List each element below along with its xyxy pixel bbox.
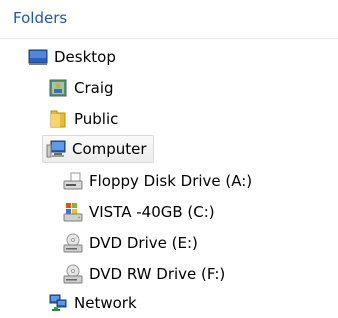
- user-folder-icon: [48, 78, 68, 98]
- dvd-rw-drive-icon: [63, 264, 83, 284]
- windows-drive-icon: [63, 202, 83, 222]
- tree-item-label: DVD RW Drive (F:): [89, 265, 226, 283]
- tree-item-label: DVD Drive (E:): [89, 234, 198, 252]
- tree-item-label: Craig: [74, 79, 114, 97]
- tree-item-label: Computer: [72, 140, 147, 158]
- folders-pane: Folders Desktop Craig Public Computer Fl…: [0, 0, 338, 318]
- tree-item-dvd-drive[interactable]: DVD Drive (E:): [63, 230, 198, 256]
- tree-item-computer[interactable]: Computer: [42, 135, 154, 163]
- tree-item-label: VISTA -40GB (C:): [89, 203, 215, 221]
- tree-item-label: Public: [74, 110, 119, 128]
- folder-icon: [48, 109, 68, 129]
- tree-item-public[interactable]: Public: [48, 106, 118, 132]
- folders-title: Folders: [13, 9, 68, 27]
- desktop-icon: [28, 47, 48, 67]
- floppy-drive-icon: [63, 171, 83, 191]
- tree-item-vista-drive[interactable]: VISTA -40GB (C:): [63, 199, 215, 225]
- tree-item-network[interactable]: Network: [48, 290, 137, 316]
- tree-item-label: Network: [74, 294, 137, 312]
- tree-item-craig[interactable]: Craig: [48, 75, 114, 101]
- folders-header[interactable]: Folders: [0, 0, 338, 39]
- computer-icon: [46, 139, 66, 159]
- tree-item-desktop[interactable]: Desktop: [28, 44, 116, 70]
- tree-item-label: Desktop: [54, 48, 116, 66]
- tree-item-floppy-drive[interactable]: Floppy Disk Drive (A:): [63, 168, 252, 194]
- network-icon: [48, 293, 68, 313]
- tree-item-label: Floppy Disk Drive (A:): [89, 172, 253, 190]
- dvd-drive-icon: [63, 233, 83, 253]
- tree-item-dvd-rw-drive[interactable]: DVD RW Drive (F:): [63, 261, 225, 287]
